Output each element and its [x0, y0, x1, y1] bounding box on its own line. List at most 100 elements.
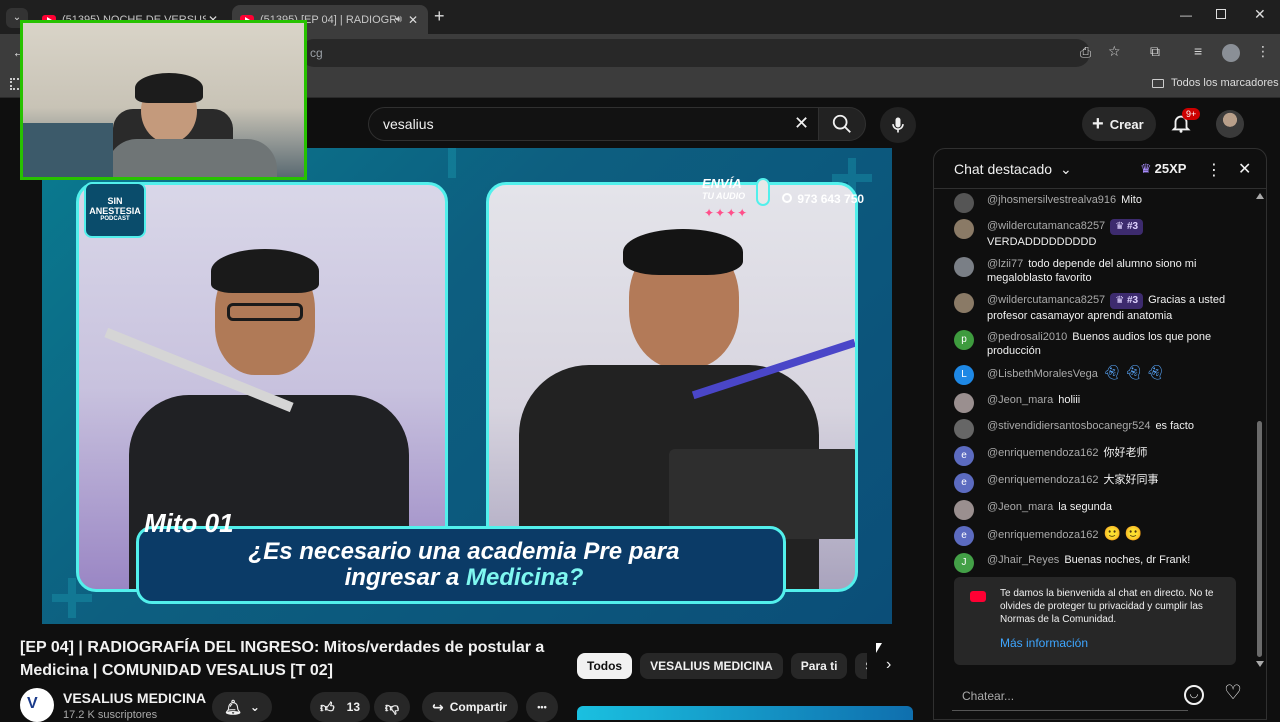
related-video-thumbnail[interactable] [577, 706, 913, 720]
speaker-icon[interactable]: 🔊︎ [396, 14, 402, 25]
chat-username[interactable]: @Jeon_mara [987, 501, 1053, 513]
xp-badge[interactable]: ♛ 25XP [1140, 161, 1186, 177]
chevron-down-icon: ⌄ [1059, 161, 1072, 177]
chat-text: es facto [1155, 420, 1194, 432]
chat-username[interactable]: @wildercutamanca8257 [987, 294, 1105, 306]
chip-channel[interactable]: VESALIUS MEDICINA [640, 653, 783, 679]
chat-username[interactable]: @Jeon_mara [987, 394, 1053, 406]
chat-username[interactable]: @LisbethMoralesVega [987, 368, 1098, 380]
chat-username[interactable]: @wildercutamanca8257 [987, 220, 1105, 232]
user-avatar[interactable] [954, 419, 974, 439]
bookmark-star-icon[interactable]: ☆ [1108, 43, 1121, 60]
notifications-button[interactable]: 9+ [1170, 108, 1201, 139]
chat-scrollbar[interactable] [1256, 193, 1264, 667]
chip-all[interactable]: Todos [577, 653, 633, 679]
scroll-down-icon[interactable] [1256, 661, 1264, 667]
emoji-picker-icon[interactable]: ◡ [1184, 685, 1204, 705]
chat-username[interactable]: @enriquemendoza162 [987, 529, 1098, 541]
url-text: cg [310, 46, 323, 60]
chat-text: la segunda [1058, 501, 1113, 513]
chat-text: Mito [1121, 194, 1142, 206]
chip-for-you[interactable]: Para ti [790, 653, 848, 679]
user-avatar[interactable] [954, 500, 974, 520]
video-player[interactable]: SIN ANESTESIA PODCAST ENVÍA TU AUDIO 973… [42, 148, 892, 624]
chat-username[interactable]: @stivendidiersantosbocanegr524 [987, 420, 1150, 432]
user-avatar[interactable] [954, 193, 974, 213]
search-input[interactable]: vesalius [368, 107, 818, 141]
like-button[interactable]: 👍︎ 13 [310, 692, 370, 722]
user-avatar[interactable]: J [954, 553, 974, 573]
chat-text: holiii [1058, 394, 1081, 406]
webcam-person-hair [135, 73, 203, 103]
mouse-cursor-icon [876, 643, 882, 653]
chat-username[interactable]: @enriquemendoza162 [987, 447, 1098, 459]
profile-avatar[interactable] [1222, 44, 1240, 62]
address-bar[interactable]: cg [300, 39, 1090, 67]
chat-message: @Jeon_mara la segunda [954, 500, 1244, 520]
chat-username[interactable]: @jhosmersilvestrealva916 [987, 194, 1116, 206]
scroll-up-icon[interactable] [1256, 193, 1264, 199]
chip-uploaded[interactable]: Subi [855, 653, 867, 679]
share-button[interactable]: ↪ Compartir [422, 692, 518, 722]
window-close-icon[interactable]: ✕ [1254, 6, 1266, 23]
install-icon[interactable]: ⎙ [1080, 44, 1091, 61]
close-icon[interactable]: ✕ [406, 13, 420, 27]
user-avatar[interactable]: e [954, 446, 974, 466]
scrollbar-thumb[interactable] [1257, 421, 1262, 657]
chat-menu-kebab-icon[interactable]: ⋮ [1206, 160, 1222, 180]
create-label: Crear [1109, 116, 1144, 132]
badge-text: #3 [1126, 221, 1139, 232]
voice-search-button[interactable] [880, 107, 916, 143]
new-tab-button[interactable]: + [434, 6, 445, 27]
account-avatar[interactable] [1216, 110, 1244, 138]
create-button[interactable]: + Crear [1082, 107, 1156, 141]
chat-text: Buenas noches, dr Frank! [1064, 554, 1191, 566]
menu-kebab-icon[interactable]: ⋮ [1256, 43, 1270, 60]
user-avatar[interactable]: e [954, 473, 974, 493]
webcam-person-body [107, 139, 277, 177]
more-info-link[interactable]: Más información [1000, 637, 1088, 650]
chat-message: e @enriquemendoza162 你好老师 [954, 446, 1244, 466]
chips-next-icon[interactable]: › [886, 656, 891, 674]
user-avatar[interactable] [954, 257, 974, 277]
search-value: vesalius [383, 116, 434, 132]
user-avatar[interactable] [954, 393, 974, 413]
chat-close-icon[interactable]: ✕ [1238, 159, 1251, 179]
minimize-icon[interactable]: — [1180, 8, 1192, 22]
subscribe-bell-button[interactable]: 🔔︎ ⌄ [212, 692, 272, 722]
whatsapp-icon [782, 193, 792, 203]
user-avatar[interactable] [954, 219, 974, 239]
all-bookmarks-button[interactable]: Todos los marcadores [1152, 77, 1279, 89]
webcam-shelf [23, 123, 113, 177]
media-control-icon[interactable]: ≡ [1194, 43, 1202, 59]
user-avatar[interactable]: e [954, 526, 974, 546]
webcam-overlay [20, 20, 307, 180]
whatsapp-number: 973 643 750 [782, 192, 864, 206]
chat-username[interactable]: @Jhair_Reyes [987, 554, 1059, 566]
chevron-down-icon: ⌄ [249, 700, 260, 714]
chat-username[interactable]: @pedrosali2010 [987, 331, 1067, 343]
search-button[interactable] [818, 107, 866, 141]
chat-header: Chat destacado ⌄ ♛ 25XP ⋮ ✕ [934, 149, 1266, 189]
chat-username[interactable]: @lzii77 [987, 258, 1023, 270]
restore-icon[interactable] [1216, 9, 1226, 19]
chat-message: @jhosmersilvestrealva916 Mito [954, 193, 1244, 213]
thumbs-down-icon: 👎︎ [384, 698, 400, 715]
user-avatar[interactable]: p [954, 330, 974, 350]
extensions-icon[interactable]: ⧉ [1150, 43, 1160, 60]
heart-icon[interactable]: ♡ [1224, 680, 1242, 705]
user-avatar[interactable] [954, 293, 974, 313]
clear-search-icon[interactable]: ✕ [794, 113, 809, 134]
chat-message: @stivendidiersantosbocanegr524 es facto [954, 419, 1244, 439]
live-chat-panel: Chat destacado ⌄ ♛ 25XP ⋮ ✕ @jhosmersilve… [933, 148, 1267, 720]
member-rank-badge: ♛ #3 [1110, 219, 1144, 235]
channel-avatar[interactable]: V [20, 688, 54, 722]
channel-name[interactable]: VESALIUS MEDICINA [63, 690, 206, 706]
chat-mode-dropdown[interactable]: Chat destacado ⌄ [954, 161, 1072, 178]
dislike-button[interactable]: 👎︎ [374, 692, 410, 722]
chat-input[interactable]: Chatear... [952, 681, 1188, 711]
user-avatar[interactable]: L [954, 365, 974, 385]
subscriber-count: 17.2 K suscriptores [63, 709, 158, 721]
chat-username[interactable]: @enriquemendoza162 [987, 474, 1098, 486]
more-actions-button[interactable]: ••• [526, 692, 558, 722]
